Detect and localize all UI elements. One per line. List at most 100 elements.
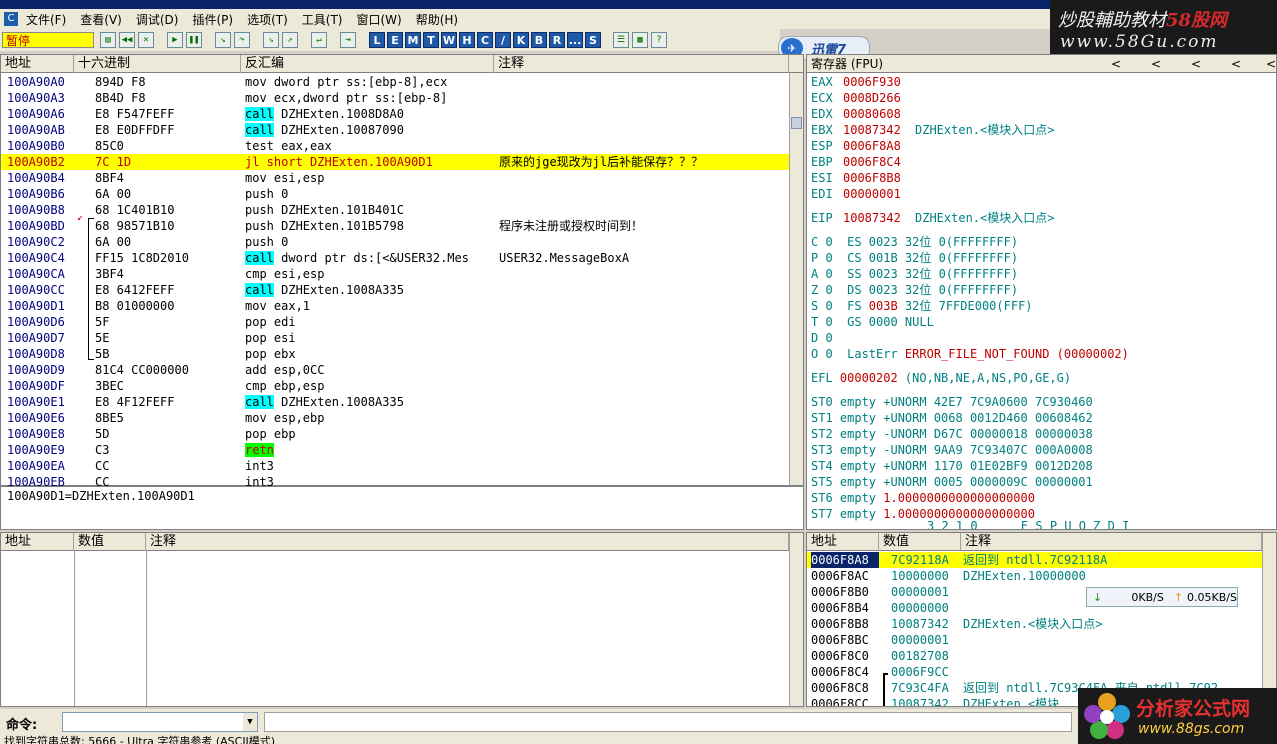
menu-debug[interactable]: 调试(D)	[136, 11, 179, 28]
disasm-row[interactable]: 100A90E9 C3 retn	[1, 442, 789, 458]
toolbar-letter-c[interactable]: C	[477, 32, 493, 48]
chevron-down-icon[interactable]: ▼	[243, 713, 257, 731]
menu-file[interactable]: 文件(F)	[26, 11, 66, 28]
disasm-row[interactable]: 100A90C2 6A 00 push 0	[1, 234, 789, 250]
stack-row[interactable]: 0006F8B8 10087342 DZHExten.<模块入口点>	[807, 616, 1262, 632]
reg-arrow-icon[interactable]: <	[1107, 55, 1121, 73]
toolbar-letter-t[interactable]: T	[423, 32, 439, 48]
disasm-row[interactable]: 100A90A0 894D F8 mov dword ptr ss:[ebp-8],…	[1, 74, 789, 90]
fpu-line[interactable]: ST0 empty +UNORM 42E7 7C9A0600 7C930460	[807, 394, 1276, 410]
disasm-row[interactable]: 100A90D9 81C4 CC000000 add esp,0CC	[1, 362, 789, 378]
disasm-row[interactable]: 100A90D8 5B pop ebx	[1, 346, 789, 362]
disasm-row[interactable]: 100A90EA CC int3	[1, 458, 789, 474]
fpu-line[interactable]: ST1 empty +UNORM 0068 0012D460 00608462	[807, 410, 1276, 426]
register-ebx[interactable]: EBX 10087342 DZHExten.<模块入口点>	[807, 122, 1276, 138]
stack-row[interactable]: 0006F8C4 0006F9CC	[807, 664, 1262, 680]
close-icon[interactable]: ✕	[138, 32, 154, 48]
flag-line[interactable]: P 0 CS 001B 32位 0(FFFFFFFF)	[807, 250, 1276, 266]
disassembly-scrollbar[interactable]	[789, 73, 803, 485]
register-eax[interactable]: EAX 0006F930	[807, 74, 1276, 90]
scroll-thumb[interactable]	[791, 117, 802, 129]
flag-line[interactable]: A 0 SS 0023 32位 0(FFFFFFFF)	[807, 266, 1276, 282]
dump-col-value[interactable]: 数值	[74, 533, 146, 551]
stack-scrollbar[interactable]	[1262, 533, 1276, 706]
register-esi[interactable]: ESI 0006F8B8	[807, 170, 1276, 186]
registers-title[interactable]: 寄存器 (FPU)	[807, 55, 1007, 73]
toolbar-letter-slash[interactable]: /	[495, 32, 511, 48]
stack-row[interactable]: 0006F8C0 00182708	[807, 648, 1262, 664]
col-comment[interactable]: 注释	[494, 55, 789, 73]
efl-line[interactable]: EFL 00000202 (NO,NB,NE,A,NS,PO,GE,G)	[807, 370, 1276, 386]
register-edi[interactable]: EDI 00000001	[807, 186, 1276, 202]
disasm-row[interactable]: 100A90C4 FF15 1C8D2010 call dword ptr ds:[…	[1, 250, 789, 266]
toolbar-letter-m[interactable]: M	[405, 32, 421, 48]
disasm-row[interactable]: 100A90B8 68 1C401B10 push DZHExten.101B401…	[1, 202, 789, 218]
command-input[interactable]	[62, 712, 258, 732]
stack-row[interactable]: 0006F8BC 00000001	[807, 632, 1262, 648]
help-icon[interactable]: ?	[651, 32, 667, 48]
toolbar-letter-s[interactable]: S	[585, 32, 601, 48]
menu-help[interactable]: 帮助(H)	[416, 11, 458, 28]
fpu-line[interactable]: ST3 empty -UNORM 9AA9 7C93407C 000A0008	[807, 442, 1276, 458]
disasm-row[interactable]: 100A90E6 8BE5 mov esp,ebp	[1, 410, 789, 426]
fpu-line[interactable]: ST2 empty -UNORM D67C 00000018 00000038	[807, 426, 1276, 442]
flag-line[interactable]: S 0 FS 003B 32位 7FFDE000(FFF)	[807, 298, 1276, 314]
reg-arrow-icon[interactable]: <	[1187, 55, 1201, 73]
reg-arrow-icon[interactable]: <	[1227, 55, 1241, 73]
pause-icon[interactable]: ❚❚	[186, 32, 202, 48]
disasm-row[interactable]: 100A90BD 68 98571B10 push DZHExten.101B579…	[1, 218, 789, 234]
menu-window[interactable]: 窗口(W)	[356, 11, 401, 28]
menu-options[interactable]: 选项(T)	[247, 11, 288, 28]
rewind-icon[interactable]: ◀◀	[119, 32, 135, 48]
register-ecx[interactable]: ECX 0008D266	[807, 90, 1276, 106]
fpu-line[interactable]: ST6 empty 1.0000000000000000000	[807, 490, 1276, 506]
trace-over-icon[interactable]: ⇗	[282, 32, 298, 48]
disasm-row[interactable]: 100A90D1 B8 01000000 mov eax,1	[1, 298, 789, 314]
toolbar-letter-b[interactable]: B	[531, 32, 547, 48]
execute-till-return-icon[interactable]: ↵	[311, 32, 327, 48]
flag-line[interactable]: Z 0 DS 0023 32位 0(FFFFFFFF)	[807, 282, 1276, 298]
reg-arrow-icon[interactable]: <	[1262, 55, 1276, 73]
disasm-row[interactable]: 100A90E8 5D pop ebp	[1, 426, 789, 442]
disasm-row[interactable]: 100A90CA 3BF4 cmp esi,esp	[1, 266, 789, 282]
flag-line[interactable]: T 0 GS 0000 NULL	[807, 314, 1276, 330]
stack-col-address[interactable]: 地址	[807, 533, 879, 551]
open-icon[interactable]: ▤	[100, 32, 116, 48]
col-disassembly[interactable]: 反汇编	[241, 55, 494, 73]
menu-plugins[interactable]: 插件(P)	[192, 11, 233, 28]
col-hex[interactable]: 十六进制	[74, 55, 241, 73]
disasm-row[interactable]: 100A90CC E8 6412FEFF call DZHExten.1008A33…	[1, 282, 789, 298]
goto-icon[interactable]: ⇥	[340, 32, 356, 48]
toolbar-letter-w[interactable]: W	[441, 32, 457, 48]
disasm-row[interactable]: 100A90B2 7C 1D jl short DZHExten.100A90D1 原…	[1, 154, 789, 170]
flag-line[interactable]: C 0 ES 0023 32位 0(FFFFFFFF)	[807, 234, 1276, 250]
dump-col-address[interactable]: 地址	[1, 533, 74, 551]
disasm-row[interactable]: 100A90B6 6A 00 push 0	[1, 186, 789, 202]
step-over-icon[interactable]: ↷	[234, 32, 250, 48]
toolbar-letter-e[interactable]: E	[387, 32, 403, 48]
stack-col-value[interactable]: 数值	[879, 533, 961, 551]
grid-icon[interactable]: ▦	[632, 32, 648, 48]
disasm-row[interactable]: 100A90AB E8 E0DFFDFF call DZHExten.1008709…	[1, 122, 789, 138]
dump-col-comment[interactable]: 注释	[146, 533, 789, 551]
flag-line[interactable]: O 0 LastErr ERROR_FILE_NOT_FOUND (000000…	[807, 346, 1276, 362]
fpu-line[interactable]: ST5 empty +UNORM 0005 0000009C 00000001	[807, 474, 1276, 490]
menu-tools[interactable]: 工具(T)	[302, 11, 343, 28]
trace-into-icon[interactable]: ⇘	[263, 32, 279, 48]
step-into-icon[interactable]: ↘	[215, 32, 231, 48]
disasm-row[interactable]: 100A90A6 E8 F547FEFF call DZHExten.1008D8A…	[1, 106, 789, 122]
flag-line[interactable]: D 0	[807, 330, 1276, 346]
disasm-row[interactable]: 100A90B0 85C0 test eax,eax	[1, 138, 789, 154]
dump-scrollbar[interactable]	[789, 533, 803, 706]
reg-arrow-icon[interactable]: <	[1147, 55, 1161, 73]
toolbar-letter-k[interactable]: K	[513, 32, 529, 48]
toolbar-letter-l[interactable]: L	[369, 32, 385, 48]
fpu-line[interactable]: ST4 empty +UNORM 1170 01E02BF9 0012D208	[807, 458, 1276, 474]
toolbar-letter-h[interactable]: H	[459, 32, 475, 48]
disasm-row[interactable]: 100A90D7 5E pop esi	[1, 330, 789, 346]
stack-row[interactable]: 0006F8A8 7C92118A 返回到 ntdll.7C92118A	[807, 552, 1262, 568]
col-address[interactable]: 地址	[1, 55, 74, 73]
stack-row[interactable]: 0006F8AC 10000000 DZHExten.10000000	[807, 568, 1262, 584]
register-eip[interactable]: EIP 10087342 DZHExten.<模块入口点>	[807, 210, 1276, 226]
toolbar-letter-dots[interactable]: ...	[567, 32, 583, 48]
